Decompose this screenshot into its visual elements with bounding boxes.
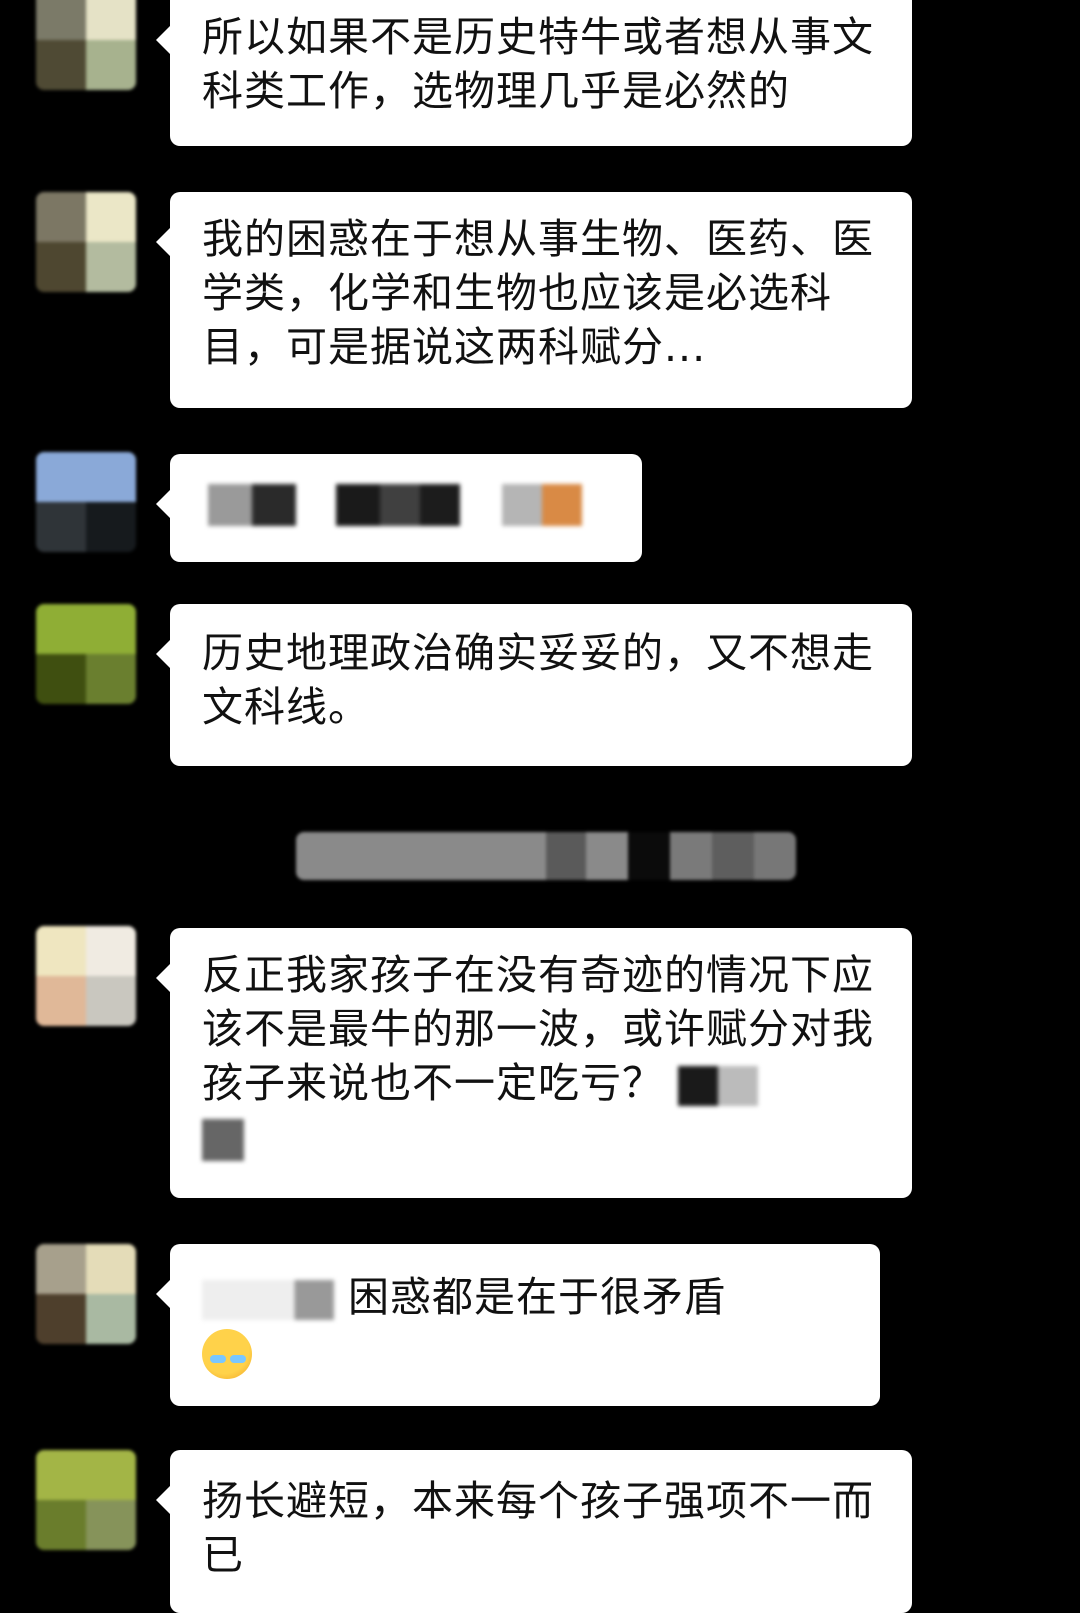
message-bubble[interactable]: 所以如果不是历史特牛或者想从事文科类工作，选物理几乎是必然的 [156,0,912,146]
avatar[interactable] [36,1244,136,1344]
message-text: 困惑都是在于很矛盾 [348,1273,727,1321]
message-text: 扬长避短，本来每个孩子强项不一而已 [202,1477,874,1579]
message-bubble-obscured[interactable] [156,454,642,562]
message-bubble[interactable]: 扬长避短，本来每个孩子强项不一而已 [156,1450,912,1613]
redacted-mention [202,1119,244,1161]
message-text: 所以如果不是历史特牛或者想从事文科类工作，选物理几乎是必然的 [202,13,874,115]
avatar[interactable] [36,0,136,90]
avatar[interactable] [36,192,136,292]
redacted-mention [202,1280,334,1320]
avatar[interactable] [36,1450,136,1550]
avatar[interactable] [36,452,136,552]
redacted-mention [678,1066,759,1106]
system-notice-obscured [296,832,796,880]
avatar[interactable] [36,604,136,704]
message-bubble[interactable]: 历史地理政治确实妥妥的，又不想走文科线。 [156,604,912,766]
face-with-tears-of-joy-icon [202,1329,252,1379]
message-text: 反正我家孩子在没有奇迹的情况下应该不是最牛的那一波，或许赋分对我孩子来说也不一定… [202,951,874,1107]
avatar[interactable] [36,926,136,1026]
message-text: 我的困惑在于想从事生物、医药、医学类，化学和生物也应该是必选科目，可是据说这两科… [202,215,874,371]
redacted-block [208,484,622,526]
message-bubble[interactable]: 我的困惑在于想从事生物、医药、医学类，化学和生物也应该是必选科目，可是据说这两科… [156,192,912,408]
message-bubble[interactable]: 反正我家孩子在没有奇迹的情况下应该不是最牛的那一波，或许赋分对我孩子来说也不一定… [156,928,912,1198]
message-text: 历史地理政治确实妥妥的，又不想走文科线。 [202,629,874,731]
message-bubble[interactable]: 困惑都是在于很矛盾 [156,1244,880,1406]
